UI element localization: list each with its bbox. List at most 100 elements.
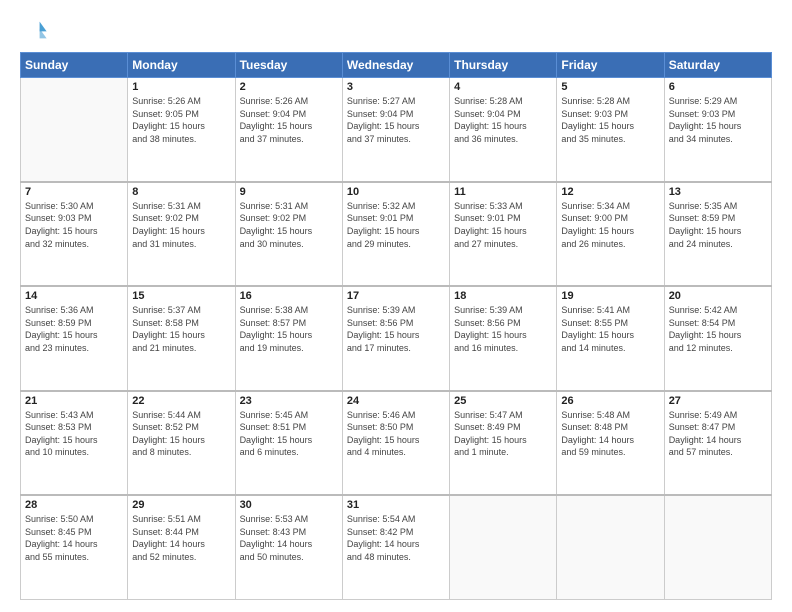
day-number: 8 [132,186,230,198]
calendar-cell: 13Sunrise: 5:35 AM Sunset: 8:59 PM Dayli… [664,182,771,286]
day-info: Sunrise: 5:50 AM Sunset: 8:45 PM Dayligh… [25,513,123,563]
calendar-cell: 15 Sunrise: 5:37 AM Sunset: 8:58 PM Dayli… [128,286,235,390]
day-number: 2 [240,81,338,93]
calendar-cell: 19 Sunrise: 5:41 AM Sunset: 8:55 PM Dayli… [557,286,664,390]
calendar-cell: 26 Sunrise: 5:48 AM Sunset: 8:48 PM Dayli… [557,391,664,495]
calendar-table: SundayMondayTuesdayWednesdayThursdayFrid… [20,52,772,600]
calendar-cell: 25Sunrise: 5:47 AM Sunset: 8:49 PM Dayli… [450,391,557,495]
day-number: 16 [240,290,338,302]
day-info: Sunrise: 5:39 AM Sunset: 8:56 PM Dayligh… [454,304,552,354]
day-info: Sunrise: 5:45 AM Sunset: 8:51 PM Dayligh… [240,409,338,459]
day-number: 9 [240,186,338,198]
day-number: 15 [132,290,230,302]
calendar-header-thursday: Thursday [450,53,557,78]
day-info: Sunrise: 5:43 AM Sunset: 8:53 PM Dayligh… [25,409,123,459]
day-info: Sunrise: 5:30 AM Sunset: 9:03 PM Dayligh… [25,200,123,250]
day-number: 10 [347,186,445,198]
day-number: 23 [240,395,338,407]
calendar-cell: 31 Sunrise: 5:54 AM Sunset: 8:42 PM Dayli… [342,495,449,599]
calendar-cell: 17Sunrise: 5:39 AM Sunset: 8:56 PM Dayli… [342,286,449,390]
day-info: Sunrise: 5:33 AM Sunset: 9:01 PM Dayligh… [454,200,552,250]
calendar-cell: 29 Sunrise: 5:51 AM Sunset: 8:44 PM Dayli… [128,495,235,599]
day-number: 14 [25,290,123,302]
logo-area [20,16,50,44]
day-number: 27 [669,395,767,407]
calendar-week-row: 21Sunrise: 5:43 AM Sunset: 8:53 PM Dayli… [21,391,772,495]
day-number: 30 [240,499,338,511]
day-number: 22 [132,395,230,407]
calendar-header-tuesday: Tuesday [235,53,342,78]
calendar-cell: 24Sunrise: 5:46 AM Sunset: 8:50 PM Dayli… [342,391,449,495]
calendar-header-friday: Friday [557,53,664,78]
day-info: Sunrise: 5:54 AM Sunset: 8:42 PM Dayligh… [347,513,445,563]
calendar-cell: 14 Sunrise: 5:36 AM Sunset: 8:59 PM Dayli… [21,286,128,390]
day-number: 5 [561,81,659,93]
calendar-cell [557,495,664,599]
calendar-cell [450,495,557,599]
day-number: 18 [454,290,552,302]
day-info: Sunrise: 5:48 AM Sunset: 8:48 PM Dayligh… [561,409,659,459]
calendar-cell: 4 Sunrise: 5:28 AM Sunset: 9:04 PM Daylig… [450,78,557,182]
day-number: 31 [347,499,445,511]
calendar-week-row: 7 Sunrise: 5:30 AM Sunset: 9:03 PM Daylig… [21,182,772,286]
calendar-cell: 20Sunrise: 5:42 AM Sunset: 8:54 PM Dayli… [664,286,771,390]
day-info: Sunrise: 5:49 AM Sunset: 8:47 PM Dayligh… [669,409,767,459]
calendar-cell: 18 Sunrise: 5:39 AM Sunset: 8:56 PM Dayli… [450,286,557,390]
calendar-cell: 11 Sunrise: 5:33 AM Sunset: 9:01 PM Dayli… [450,182,557,286]
day-info: Sunrise: 5:34 AM Sunset: 9:00 PM Dayligh… [561,200,659,250]
day-info: Sunrise: 5:53 AM Sunset: 8:43 PM Dayligh… [240,513,338,563]
calendar-cell: 16 Sunrise: 5:38 AM Sunset: 8:57 PM Dayli… [235,286,342,390]
calendar-cell: 2 Sunrise: 5:26 AM Sunset: 9:04 PM Daylig… [235,78,342,182]
calendar-cell: 30 Sunrise: 5:53 AM Sunset: 8:43 PM Dayli… [235,495,342,599]
day-info: Sunrise: 5:39 AM Sunset: 8:56 PM Dayligh… [347,304,445,354]
header [20,16,772,44]
day-info: Sunrise: 5:28 AM Sunset: 9:04 PM Dayligh… [454,95,552,145]
day-number: 6 [669,81,767,93]
day-info: Sunrise: 5:51 AM Sunset: 8:44 PM Dayligh… [132,513,230,563]
day-number: 19 [561,290,659,302]
day-info: Sunrise: 5:29 AM Sunset: 9:03 PM Dayligh… [669,95,767,145]
calendar-header-sunday: Sunday [21,53,128,78]
calendar-header-saturday: Saturday [664,53,771,78]
day-info: Sunrise: 5:26 AM Sunset: 9:04 PM Dayligh… [240,95,338,145]
page: SundayMondayTuesdayWednesdayThursdayFrid… [0,0,792,612]
calendar-week-row: 14 Sunrise: 5:36 AM Sunset: 8:59 PM Dayli… [21,286,772,390]
day-number: 26 [561,395,659,407]
calendar-cell: 12Sunrise: 5:34 AM Sunset: 9:00 PM Dayli… [557,182,664,286]
day-info: Sunrise: 5:26 AM Sunset: 9:05 PM Dayligh… [132,95,230,145]
calendar-cell: 8 Sunrise: 5:31 AM Sunset: 9:02 PM Daylig… [128,182,235,286]
day-number: 13 [669,186,767,198]
logo-icon [20,16,48,44]
calendar-week-row: 1Sunrise: 5:26 AM Sunset: 9:05 PM Daylig… [21,78,772,182]
day-info: Sunrise: 5:31 AM Sunset: 9:02 PM Dayligh… [132,200,230,250]
calendar-cell [664,495,771,599]
calendar-cell: 1Sunrise: 5:26 AM Sunset: 9:05 PM Daylig… [128,78,235,182]
calendar-cell: 6 Sunrise: 5:29 AM Sunset: 9:03 PM Daylig… [664,78,771,182]
day-number: 3 [347,81,445,93]
day-info: Sunrise: 5:37 AM Sunset: 8:58 PM Dayligh… [132,304,230,354]
day-number: 4 [454,81,552,93]
calendar-cell: 27 Sunrise: 5:49 AM Sunset: 8:47 PM Dayli… [664,391,771,495]
calendar-cell: 10Sunrise: 5:32 AM Sunset: 9:01 PM Dayli… [342,182,449,286]
day-info: Sunrise: 5:41 AM Sunset: 8:55 PM Dayligh… [561,304,659,354]
calendar-header-row: SundayMondayTuesdayWednesdayThursdayFrid… [21,53,772,78]
day-info: Sunrise: 5:44 AM Sunset: 8:52 PM Dayligh… [132,409,230,459]
day-info: Sunrise: 5:27 AM Sunset: 9:04 PM Dayligh… [347,95,445,145]
day-info: Sunrise: 5:46 AM Sunset: 8:50 PM Dayligh… [347,409,445,459]
day-number: 7 [25,186,123,198]
calendar-cell: 5Sunrise: 5:28 AM Sunset: 9:03 PM Daylig… [557,78,664,182]
calendar-cell: 23 Sunrise: 5:45 AM Sunset: 8:51 PM Dayli… [235,391,342,495]
day-number: 11 [454,186,552,198]
day-info: Sunrise: 5:36 AM Sunset: 8:59 PM Dayligh… [25,304,123,354]
day-info: Sunrise: 5:38 AM Sunset: 8:57 PM Dayligh… [240,304,338,354]
calendar-cell: 3 Sunrise: 5:27 AM Sunset: 9:04 PM Daylig… [342,78,449,182]
day-info: Sunrise: 5:31 AM Sunset: 9:02 PM Dayligh… [240,200,338,250]
calendar-week-row: 28Sunrise: 5:50 AM Sunset: 8:45 PM Dayli… [21,495,772,599]
calendar-header-monday: Monday [128,53,235,78]
calendar-cell: 22 Sunrise: 5:44 AM Sunset: 8:52 PM Dayli… [128,391,235,495]
day-number: 25 [454,395,552,407]
day-number: 29 [132,499,230,511]
calendar-cell: 7 Sunrise: 5:30 AM Sunset: 9:03 PM Daylig… [21,182,128,286]
calendar-cell: 9 Sunrise: 5:31 AM Sunset: 9:02 PM Daylig… [235,182,342,286]
calendar-cell: 28Sunrise: 5:50 AM Sunset: 8:45 PM Dayli… [21,495,128,599]
